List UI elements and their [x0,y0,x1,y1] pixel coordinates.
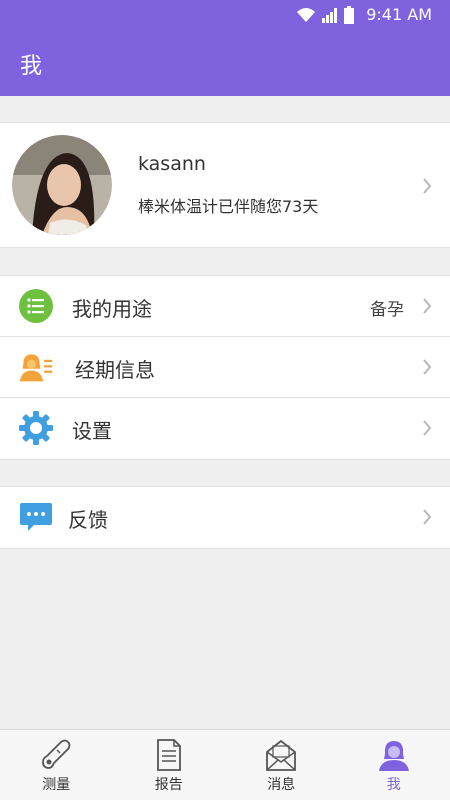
battery-icon [344,5,355,24]
menu-group-feedback: 反馈 [0,486,450,549]
menu-item-feedback[interactable]: 反馈 [0,487,450,548]
gear-icon [19,411,53,445]
profile-card[interactable]: kasann 棒米体温计已伴随您73天 [0,122,450,248]
chevron-right-icon [423,420,432,436]
avatar[interactable] [12,135,112,235]
chevron-right-icon [423,509,432,525]
wifi-icon [297,7,316,22]
menu-label-feedback: 反馈 [68,508,108,532]
tab-me[interactable]: 我 [338,730,450,800]
thermometer-icon [42,739,71,769]
username: kasann [138,153,206,175]
person-icon [378,741,409,771]
menu-item-settings[interactable]: 设置 [0,398,450,459]
tab-report[interactable]: 报告 [113,730,226,800]
menu-item-period[interactable]: 经期信息 [0,337,450,398]
tab-label-messages: 消息 [267,777,296,793]
tab-label-report: 报告 [154,777,183,793]
tab-messages[interactable]: 消息 [225,730,338,800]
chevron-right-icon [423,359,432,375]
menu-value-purpose: 备孕 [370,300,404,320]
app-bar: 我 [0,30,450,96]
menu-label-period: 经期信息 [75,358,155,382]
tab-label-measure: 测量 [42,777,71,793]
woman-info-icon [19,354,53,382]
chevron-right-icon [423,298,432,314]
signal-icon [322,7,338,23]
tab-measure[interactable]: 测量 [0,730,113,800]
bottom-tab-bar: 测量 报告 消息 我 [0,729,450,800]
list-icon [19,289,53,323]
companion-days-text: 棒米体温计已伴随您73天 [138,197,319,216]
menu-label-purpose: 我的用途 [72,297,152,321]
chevron-right-icon [423,178,432,194]
tab-label-me: 我 [386,777,401,793]
chat-bubble-icon [20,503,52,531]
mail-icon [266,739,297,771]
status-icons: 9:41 AM [296,5,432,24]
status-bar: 9:41 AM [0,0,450,30]
report-icon [156,739,181,771]
page-title: 我 [20,54,43,79]
menu-group-main: 我的用途 备孕 经期信息 设置 [0,275,450,460]
menu-label-settings: 设置 [72,419,112,443]
status-time: 9:41 AM [366,5,432,24]
menu-item-purpose[interactable]: 我的用途 备孕 [0,276,450,337]
